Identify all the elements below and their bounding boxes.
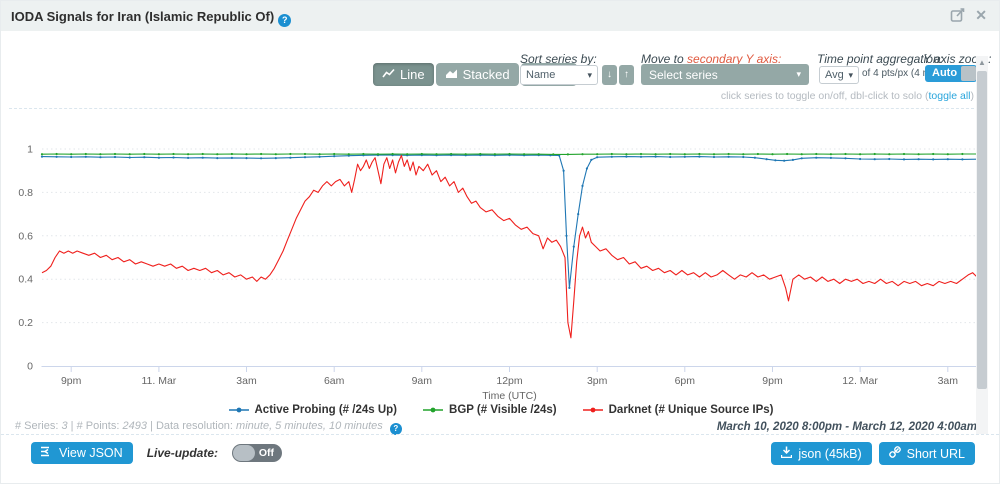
top-divider (9, 108, 979, 109)
y-axis-zoom-toggle-label: Auto (932, 67, 957, 79)
bottom-divider (1, 434, 999, 435)
download-icon (781, 446, 792, 461)
edit-window-icon[interactable] (950, 8, 965, 23)
vertical-scrollbar[interactable]: ▲ (976, 56, 988, 434)
toggle-all-link[interactable]: toggle all (928, 90, 970, 102)
series-toggle-hint: click series to toggle on/off, dbl-click… (721, 90, 974, 102)
chart-legend: Active Probing (# /24s Up) BGP (# Visibl… (1, 404, 1000, 416)
close-icon[interactable]: ✕ (975, 8, 987, 23)
svg-text:9pm: 9pm (762, 375, 783, 387)
legend-label: Darknet (# Unique Source IPs) (609, 404, 774, 416)
svg-text:11. Mar: 11. Mar (141, 375, 176, 387)
sort-series-label: Sort series by: (520, 52, 597, 66)
short-url-label: Short URL (907, 447, 965, 461)
sort-ascending-button[interactable]: ↑ (619, 65, 634, 85)
svg-text:3pm: 3pm (587, 375, 608, 387)
live-update-toggle[interactable]: Off (232, 444, 282, 462)
legend-item-darknet[interactable]: Darknet (# Unique Source IPs) (583, 404, 774, 416)
legend-item-active-probing[interactable]: Active Probing (# /24s Up) (229, 404, 398, 416)
toggle-knob (233, 445, 255, 461)
aggregation-select[interactable]: Avg ▾ (819, 66, 859, 84)
signals-line-chart[interactable]: 0 0.2 0.4 0.6 0.8 1 9pm 11. Mar 3am 6am 9am 12pm 3pm… (1, 121, 1000, 404)
series-count-value: 3 (61, 420, 67, 432)
legend-label: BGP (# Visible /24s) (449, 404, 557, 416)
legend-marker-darknet (583, 406, 603, 414)
svg-text:9am: 9am (412, 375, 433, 387)
scrollbar-thumb[interactable] (977, 71, 987, 389)
stacked-chart-button[interactable]: Stacked (436, 63, 519, 86)
y-axis-zoom-toggle[interactable]: Auto (925, 65, 977, 82)
svg-text:6am: 6am (324, 375, 345, 387)
select-series-dropdown[interactable]: Select series ▾ (641, 64, 809, 85)
resolution-value: minute, 5 minutes, 10 minutes (236, 420, 383, 432)
link-icon (889, 446, 901, 461)
stacked-chart-icon (445, 67, 458, 82)
chevron-down-icon: ▾ (796, 69, 801, 80)
svg-text:12. Mar: 12. Mar (842, 375, 878, 387)
svg-text:0.2: 0.2 (18, 317, 33, 329)
sort-select-value: Name (526, 69, 555, 81)
line-chart-button-label: Line (400, 67, 425, 82)
svg-text:12pm: 12pm (496, 375, 523, 387)
line-chart-icon (382, 67, 395, 82)
svg-text:0: 0 (27, 361, 33, 373)
legend-item-bgp[interactable]: BGP (# Visible /24s) (423, 404, 557, 416)
ioda-signals-widget: IODA Signals for Iran (Islamic Republic … (0, 0, 1000, 484)
points-count-value: 2493 (122, 420, 146, 432)
points-count-label: # Points: (77, 420, 120, 432)
json-list-icon (41, 446, 53, 460)
scrollbar-up-arrow[interactable]: ▲ (976, 57, 988, 69)
svg-text:0.8: 0.8 (18, 187, 33, 199)
legend-label: Active Probing (# /24s Up) (255, 404, 398, 416)
series-count-label: # Series: (15, 420, 58, 432)
page-title-text: IODA Signals for Iran (Islamic Republic … (11, 9, 274, 24)
svg-text:0.4: 0.4 (18, 274, 33, 286)
live-update-label: Live-update: (147, 446, 218, 460)
select-series-value: Select series (649, 68, 718, 82)
view-json-button[interactable]: View JSON (31, 442, 133, 464)
legend-marker-active-probing (229, 406, 249, 414)
stats-separator: | (71, 420, 74, 432)
svg-text:1: 1 (27, 144, 33, 156)
title-help-icon[interactable]: ? (278, 14, 291, 27)
hint-text: click series to toggle on/off, dbl-click… (721, 90, 929, 102)
page-title: IODA Signals for Iran (Islamic Republic … (11, 9, 291, 27)
sort-descending-button[interactable]: ↓ (602, 65, 617, 85)
stats-separator: | (150, 420, 153, 432)
series-stats: # Series: 3 | # Points: 2493 | Data reso… (15, 420, 402, 435)
resolution-label: Data resolution: (156, 420, 233, 432)
svg-text:6pm: 6pm (675, 375, 696, 387)
short-url-button[interactable]: Short URL (879, 442, 975, 465)
stacked-chart-button-label: Stacked (463, 67, 510, 82)
legend-marker-bgp (423, 406, 443, 414)
line-chart-button[interactable]: Line (373, 63, 434, 86)
sort-select[interactable]: Name ▾ (520, 65, 598, 85)
aggregation-select-value: Avg (825, 69, 844, 81)
date-range: March 10, 2020 8:00pm - March 12, 2020 4… (717, 421, 977, 433)
chevron-down-icon: ▾ (848, 70, 853, 81)
download-json-label: json (45kB) (798, 447, 861, 461)
svg-text:Time (UTC): Time (UTC) (482, 390, 536, 402)
hint-close-paren: ) (971, 90, 975, 102)
svg-text:0.6: 0.6 (18, 230, 33, 242)
view-json-label: View JSON (59, 446, 123, 460)
chevron-down-icon: ▾ (587, 70, 592, 81)
svg-text:9pm: 9pm (61, 375, 82, 387)
toggle-knob (961, 66, 976, 81)
svg-text:3am: 3am (938, 375, 959, 387)
download-json-button[interactable]: json (45kB) (771, 442, 871, 465)
svg-text:3am: 3am (236, 375, 257, 387)
live-update-state: Off (259, 447, 274, 459)
widget-header: IODA Signals for Iran (Islamic Republic … (1, 1, 999, 31)
